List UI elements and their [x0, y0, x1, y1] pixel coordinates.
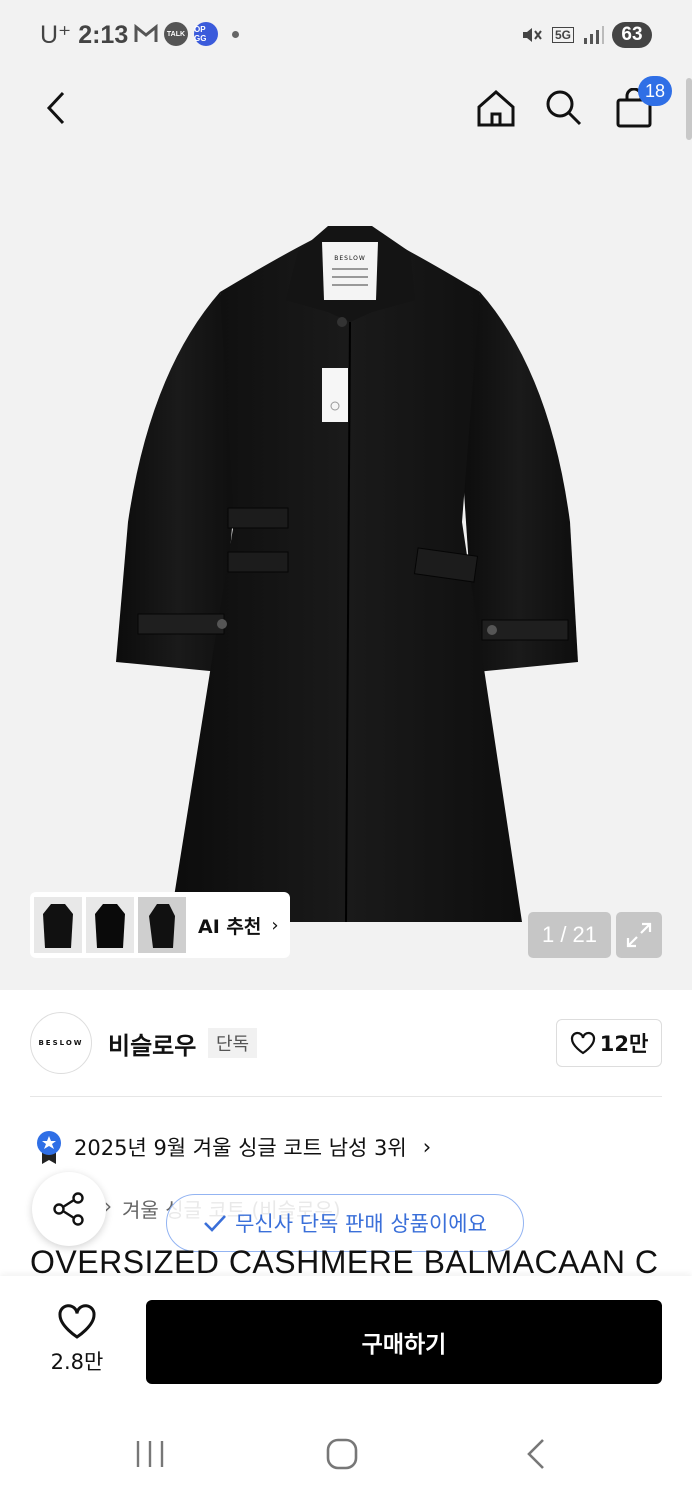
- clock: 2:13: [78, 21, 129, 49]
- system-nav-bar: [0, 1408, 692, 1500]
- ranking-text: 2025년 9월 겨울 싱글 코트 남성 3위: [74, 1136, 407, 1160]
- back-arrow-icon: [527, 1439, 544, 1469]
- brand-name[interactable]: 비슬로우: [108, 1026, 196, 1061]
- toast-message: 무신사 단독 판매 상품이에요: [235, 1212, 487, 1236]
- status-bar: U⁺ 2:13 TALK OP GG 5G 63: [0, 0, 692, 72]
- signal-icon: [584, 26, 604, 44]
- back-icon: [46, 91, 65, 125]
- search-icon: [546, 90, 582, 126]
- recommend-thumbnail[interactable]: [86, 897, 134, 953]
- purchase-action-bar: 2.8만 구매하기: [0, 1276, 692, 1408]
- gmail-icon: [134, 24, 158, 42]
- more-notifications-dot: [232, 30, 239, 38]
- brand-like-button[interactable]: 12만: [556, 1019, 662, 1067]
- recent-apps-button[interactable]: [120, 1432, 180, 1476]
- home-nav-button[interactable]: [312, 1432, 372, 1476]
- recent-apps-icon: [136, 1441, 164, 1467]
- share-icon: [53, 1192, 84, 1226]
- image-counter: 1 / 21: [528, 912, 611, 958]
- back-nav-button[interactable]: [506, 1432, 566, 1476]
- system-status-icons: 5G 63: [520, 22, 652, 48]
- favorite-button[interactable]: 2.8만: [40, 1304, 114, 1376]
- recommend-thumbnail[interactable]: [138, 897, 186, 953]
- battery-indicator: 63: [612, 22, 652, 48]
- ranking-medal-icon: [37, 1131, 61, 1164]
- cart-button[interactable]: 18: [612, 76, 672, 130]
- notification-icons: TALK OP GG: [134, 22, 239, 46]
- ranking-link[interactable]: 2025년 9월 겨울 싱글 코트 남성 3위 ›: [34, 1130, 431, 1164]
- heart-icon: [570, 1031, 595, 1055]
- exclusive-badge: 단독: [208, 1028, 258, 1058]
- mute-icon: [522, 28, 542, 42]
- check-icon: [204, 1215, 227, 1232]
- home-circle-icon: [326, 1438, 358, 1470]
- chevron-right-icon: ›: [271, 914, 279, 936]
- coat-thumbnail-image: [149, 904, 175, 948]
- network-type: 5G: [551, 27, 574, 43]
- favorite-count: 2.8만: [50, 1350, 104, 1374]
- carrier-label: U⁺: [40, 21, 72, 49]
- chevron-right-icon: ›: [422, 1135, 432, 1159]
- expand-icon: [626, 922, 652, 948]
- garment-label-text: BESLOW: [334, 255, 366, 262]
- expand-image-button[interactable]: [616, 912, 662, 958]
- home-button[interactable]: [472, 84, 520, 132]
- talk-badge: TALK: [164, 22, 188, 46]
- back-button[interactable]: [34, 86, 78, 130]
- cart-count-badge: 18: [638, 76, 672, 106]
- ai-recommend-label: AI 추천: [198, 915, 262, 938]
- divider: [30, 1096, 662, 1097]
- brand-row: BESLOW 비슬로우 단독 12만: [30, 1012, 662, 1076]
- home-icon: [477, 89, 515, 127]
- opgg-badge: OP GG: [194, 22, 218, 46]
- heart-icon: [58, 1304, 96, 1339]
- brand-like-count: 12만: [599, 1032, 649, 1056]
- product-image-coat: BESLOW: [116, 226, 578, 923]
- status-time: U⁺ 2:13: [40, 20, 128, 50]
- brand-logo[interactable]: BESLOW: [30, 1012, 92, 1074]
- scroll-indicator: [686, 78, 692, 140]
- buy-button[interactable]: 구매하기: [146, 1300, 662, 1384]
- product-gallery[interactable]: 18 BESLOW AI 추천 › 1 / 21: [0, 72, 692, 990]
- coat-thumbnail-image: [43, 904, 73, 948]
- ai-recommend-card[interactable]: AI 추천 ›: [30, 892, 290, 958]
- search-button[interactable]: [540, 84, 588, 132]
- top-nav: 18: [0, 72, 692, 144]
- coat-thumbnail-image: [95, 904, 125, 948]
- share-button[interactable]: [32, 1172, 106, 1246]
- recommend-thumbnail[interactable]: [34, 897, 82, 953]
